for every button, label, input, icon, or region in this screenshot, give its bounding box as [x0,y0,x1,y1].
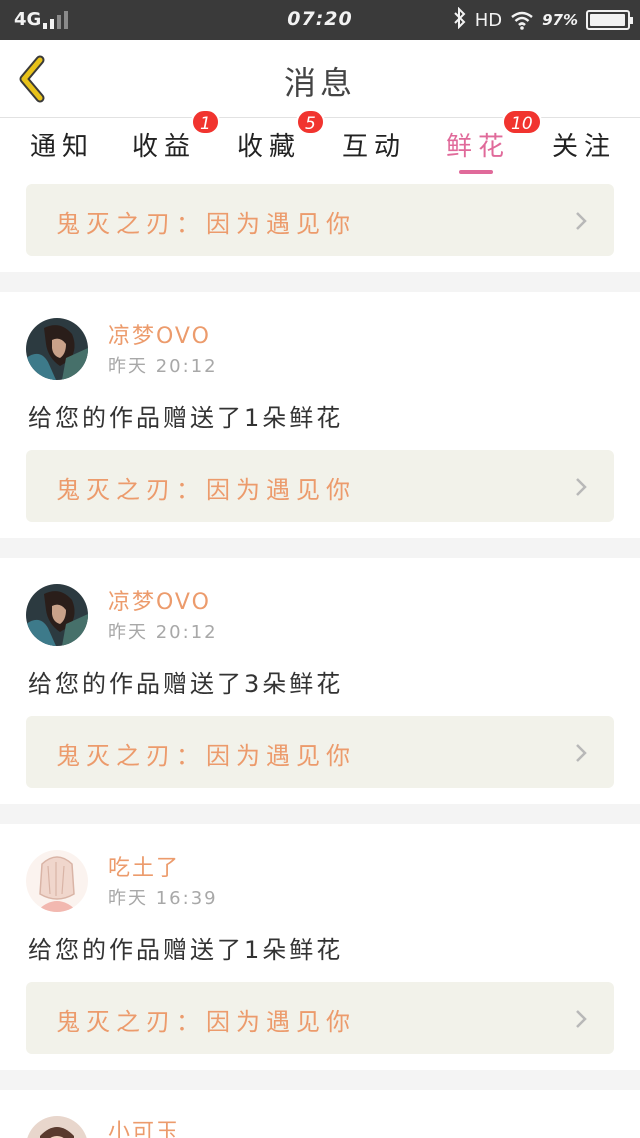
battery-percent: 97% [542,11,578,29]
username[interactable]: 凉梦OVO [108,584,211,616]
bluetooth-icon [453,6,467,34]
work-link[interactable]: 鬼灭之刃：因为遇见你 [26,184,614,256]
avatar[interactable] [26,1116,88,1138]
tab-favorites[interactable]: 收藏 [237,126,301,178]
tab-notifications[interactable]: 通知 [30,126,94,178]
header: 消息 [0,40,640,118]
message-text: 给您的作品赠送了1朵鲜花 [28,936,344,964]
battery-icon [586,10,633,30]
chevron-right-icon [576,1010,587,1028]
status-bar: 4G 07:20 HD 97% [0,0,640,40]
tab-bar: 通知 收益 1 收藏 5 互动 鲜花 10 关注 [0,109,640,178]
message-time: 昨天 20:12 [108,622,218,643]
message-time: 昨天 20:12 [108,356,218,377]
work-link[interactable]: 鬼灭之刃：因为遇见你 [26,982,614,1054]
username[interactable]: 吃土了 [108,850,180,882]
avatar[interactable] [26,318,88,380]
message-text: 给您的作品赠送了3朵鲜花 [28,670,344,698]
work-title: 鬼灭之刃：因为遇见你 [56,742,356,770]
message-time: 昨天 16:39 [108,888,218,909]
username[interactable]: 小可玉 [108,1114,180,1138]
avatar[interactable] [26,584,88,646]
active-tab-indicator [459,170,493,174]
work-title: 鬼灭之刃：因为遇见你 [56,1008,356,1036]
work-link[interactable]: 鬼灭之刃：因为遇见你 [26,450,614,522]
back-arrow-icon [19,55,45,103]
chevron-right-icon [576,478,587,496]
work-title: 鬼灭之刃：因为遇见你 [56,210,356,238]
work-title: 鬼灭之刃：因为遇见你 [56,476,356,504]
message-card: 凉梦OVO 昨天 20:12 给您的作品赠送了3朵鲜花 鬼灭之刃：因为遇见你 [0,558,640,804]
messages-page: 4G 07:20 HD 97% 消息 通知 收益 1 收藏 5 互动 鲜花 10… [0,0,640,1138]
username[interactable]: 凉梦OVO [108,318,211,350]
message-card: 吃土了 昨天 16:39 给您的作品赠送了1朵鲜花 鬼灭之刃：因为遇见你 [0,824,640,1070]
avatar[interactable] [26,850,88,912]
chevron-right-icon [576,744,587,762]
chevron-right-icon [576,212,587,230]
message-text: 给您的作品赠送了1朵鲜花 [28,404,344,432]
message-card: 鬼灭之刃：因为遇见你 [0,178,640,272]
message-card: 小可玉 [0,1090,640,1138]
back-button[interactable] [14,54,54,104]
wifi-icon [511,11,533,30]
page-title: 消息 [283,64,356,102]
tab-interactions[interactable]: 互动 [342,126,406,178]
tab-earnings[interactable]: 收益 [132,126,196,178]
hd-label: HD [474,9,503,31]
earnings-badge: 1 [191,109,220,135]
favorites-badge: 5 [296,109,325,135]
flowers-badge: 10 [502,109,542,135]
battery-fill [590,14,625,26]
work-link[interactable]: 鬼灭之刃：因为遇见你 [26,716,614,788]
tab-following[interactable]: 关注 [552,126,616,178]
message-card: 凉梦OVO 昨天 20:12 给您的作品赠送了1朵鲜花 鬼灭之刃：因为遇见你 [0,292,640,538]
